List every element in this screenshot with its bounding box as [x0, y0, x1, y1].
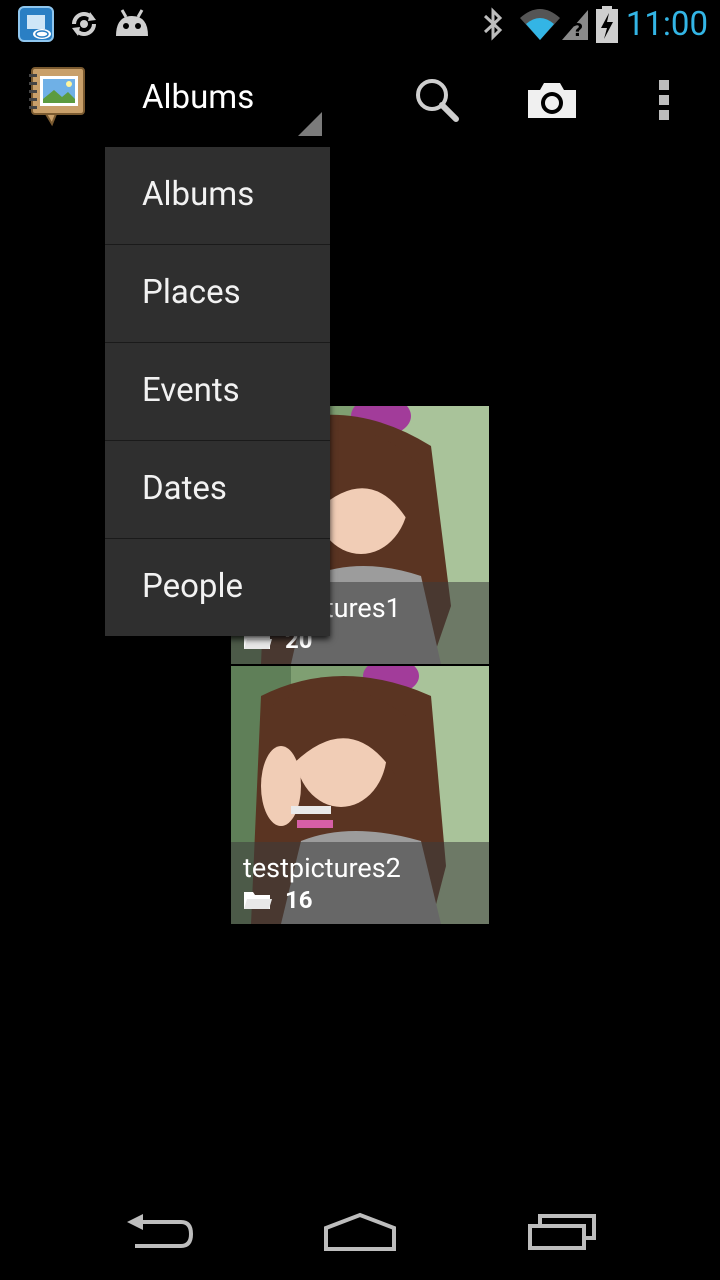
overflow-menu-button[interactable]	[632, 68, 696, 132]
svg-text:?: ?	[573, 20, 583, 41]
recents-button[interactable]	[502, 1202, 622, 1262]
menu-item-label: People	[142, 567, 243, 606]
camera-icon	[528, 83, 576, 118]
album-tile[interactable]: testpictures2 16	[231, 666, 489, 924]
menu-item-events[interactable]: Events	[105, 343, 330, 441]
album-count: 16	[285, 886, 313, 914]
menu-item-people[interactable]: People	[105, 539, 330, 636]
search-button[interactable]	[405, 68, 469, 132]
action-bar: Albums	[0, 50, 720, 146]
album-title: testpictures2	[243, 852, 401, 884]
menu-item-label: Dates	[142, 469, 227, 508]
spinner-arrow-icon	[298, 112, 322, 136]
back-icon	[127, 1214, 194, 1248]
home-icon	[324, 1212, 396, 1251]
camera-button[interactable]	[520, 68, 584, 132]
view-spinner[interactable]: Albums	[130, 50, 330, 146]
folder-icon	[244, 892, 272, 909]
menu-item-albums[interactable]: Albums	[105, 147, 330, 245]
navigation-bar	[0, 1180, 720, 1280]
status-clock: 11:00	[625, 5, 708, 44]
wifi-icon	[518, 6, 562, 46]
gallery-notebook-icon[interactable]	[26, 66, 88, 128]
home-button[interactable]	[300, 1202, 420, 1262]
battery-charging-icon	[594, 6, 620, 48]
android-debug-icon	[112, 6, 152, 46]
menu-item-places[interactable]: Places	[105, 245, 330, 343]
spinner-label: Albums	[142, 78, 255, 117]
bluetooth-icon	[480, 6, 506, 46]
sync-icon	[66, 6, 102, 46]
menu-item-label: Albums	[142, 175, 255, 214]
view-dropdown-menu: Albums Places Events Dates People	[105, 147, 330, 636]
search-icon	[416, 79, 459, 122]
status-bar: ? 11:00	[0, 0, 720, 50]
recents-icon	[528, 1214, 596, 1250]
no-sim-signal-icon: ?	[560, 6, 590, 46]
intel-app-icon	[18, 6, 54, 46]
menu-item-label: Places	[142, 273, 241, 312]
menu-item-dates[interactable]: Dates	[105, 441, 330, 539]
menu-item-label: Events	[142, 371, 240, 410]
album-count-row: 16	[243, 886, 313, 914]
overflow-menu-icon	[659, 80, 669, 120]
back-button[interactable]	[100, 1202, 220, 1262]
